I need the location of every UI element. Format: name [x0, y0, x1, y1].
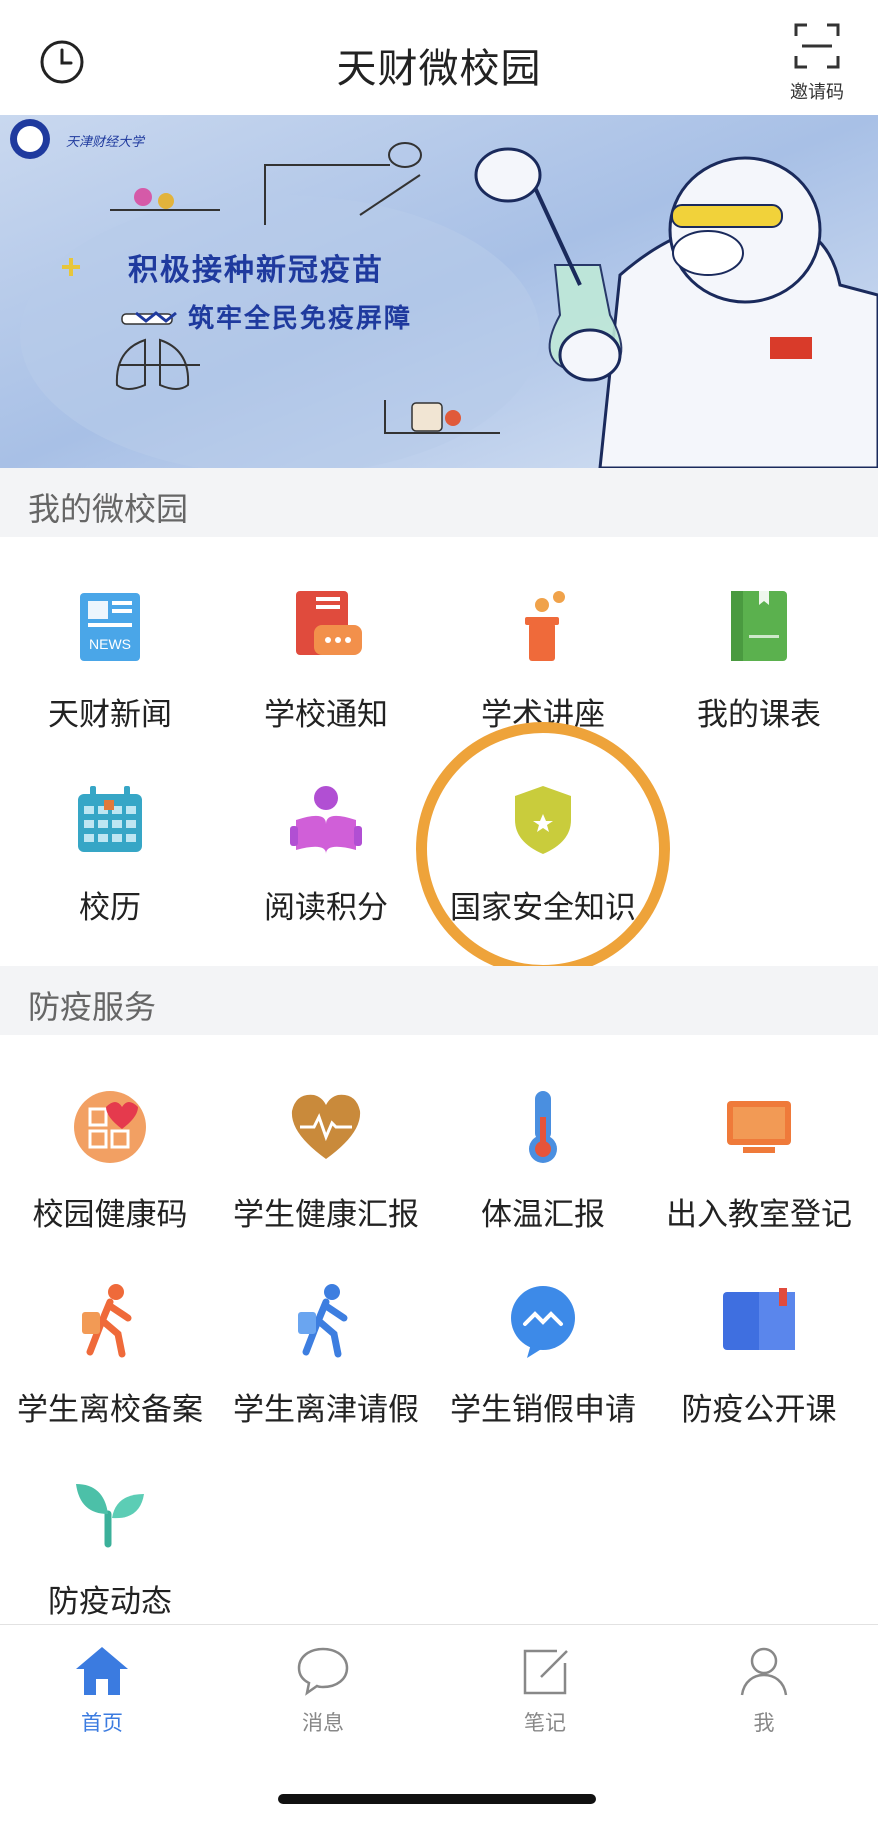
grid-item-label: 出入教室登记: [666, 1197, 852, 1233]
school-logo-text: 天津财经大学: [66, 135, 145, 150]
grid-item-label: 学校通知: [264, 697, 388, 733]
section-header-epidemic: 防疫服务: [0, 966, 878, 1035]
heart-icon: [291, 1094, 361, 1159]
grid-item-leave-school-record[interactable]: 学生离校备案: [10, 1282, 210, 1429]
invite-code-button[interactable]: 邀请码: [782, 20, 852, 103]
message-bubble-icon: [297, 1647, 349, 1696]
grid-item-epidemic-news[interactable]: 防疫动态: [10, 1474, 210, 1621]
grid-item-label: 学生销假申请: [450, 1392, 636, 1428]
tab-notes[interactable]: 笔记: [485, 1645, 605, 1737]
grid-item-label: 学生离津请假: [233, 1392, 419, 1428]
tab-messages[interactable]: 消息: [263, 1645, 383, 1737]
grid-item-label: 阅读积分: [264, 890, 388, 926]
grid-item-epidemic-open-course[interactable]: 防疫公开课: [659, 1282, 859, 1429]
grid-item-classroom-entry[interactable]: 出入教室登记: [659, 1087, 859, 1234]
grid-item-label: 防疫动态: [48, 1584, 172, 1620]
grid-item-news[interactable]: NEWS 天财新闻: [10, 587, 210, 734]
grid-item-health-code[interactable]: 校园健康码: [10, 1087, 210, 1234]
svg-text:NEWS: NEWS: [89, 636, 131, 652]
highlight-circle: [416, 722, 670, 976]
grid-item-label: 我的课表: [697, 697, 821, 733]
tab-me[interactable]: 我: [704, 1645, 824, 1737]
health-code-icon: [74, 1091, 146, 1163]
bottom-tab-bar: 首页 消息 笔记 我: [0, 1624, 878, 1821]
vaccine-banner[interactable]: 天津财经大学 积极接种新冠疫苗 筑牢全民免疫屏障: [0, 115, 878, 468]
tab-label: 消息: [302, 1711, 344, 1735]
grid-item-my-timetable[interactable]: 我的课表: [659, 587, 859, 734]
tab-label: 笔记: [524, 1711, 566, 1735]
banner-illustration: [0, 115, 878, 468]
tab-label: 我: [753, 1711, 775, 1735]
grid-item-label: 学生健康汇报: [233, 1197, 419, 1233]
tab-home[interactable]: 首页: [42, 1645, 162, 1737]
scan-icon: [794, 23, 840, 69]
blackboard-icon: [727, 1101, 791, 1153]
banner-headline: 积极接种新冠疫苗: [128, 253, 384, 288]
grid-item-leave-tianjin-request[interactable]: 学生离津请假: [226, 1282, 426, 1429]
edit-note-icon: [523, 1649, 568, 1695]
banner-subheadline: 筑牢全民免疫屏障: [188, 304, 413, 334]
top-header: 天财微校园 邀请码: [0, 0, 878, 115]
thermometer-icon: [529, 1091, 557, 1163]
chat-bubble-icon: [511, 1286, 575, 1358]
section-header-my-campus: 我的微校园: [0, 468, 878, 537]
grid-item-label: 防疫公开课: [681, 1392, 837, 1428]
grid-item-reading-points[interactable]: 阅读积分: [226, 780, 426, 927]
grid-item-label: 天财新闻: [48, 697, 172, 733]
book-icon: [723, 1288, 795, 1350]
grid-item-school-notice[interactable]: 学校通知: [226, 587, 426, 734]
section-title: 我的微校园: [28, 490, 189, 528]
news-icon: NEWS: [80, 593, 140, 661]
calendar-icon: [78, 786, 142, 852]
grid-item-label: 校园健康码: [32, 1197, 188, 1233]
user-icon: [740, 1647, 788, 1696]
lecture-icon: [525, 591, 565, 661]
walking-person-icon: [82, 1284, 132, 1358]
grid-item-return-leave-request[interactable]: 学生销假申请: [443, 1282, 643, 1429]
invite-code-label: 邀请码: [790, 82, 844, 103]
home-indicator[interactable]: [278, 1794, 596, 1804]
tab-label: 首页: [81, 1711, 123, 1735]
grid-item-school-calendar[interactable]: 校历: [10, 780, 210, 927]
grid-item-health-report[interactable]: 学生健康汇报: [226, 1087, 426, 1234]
grid-item-temperature-report[interactable]: 体温汇报: [443, 1087, 643, 1234]
sprout-icon: [76, 1484, 144, 1548]
timetable-icon: [731, 591, 787, 661]
grid-item-label: 学生离校备案: [17, 1392, 203, 1428]
walking-person-icon: [298, 1284, 348, 1358]
section-title: 防疫服务: [28, 988, 157, 1026]
home-icon: [76, 1647, 128, 1695]
grid-item-academic-lecture[interactable]: 学术讲座: [443, 587, 643, 734]
reading-icon: [290, 786, 362, 854]
grid-item-label: 校历: [79, 890, 141, 926]
page-title: 天财微校园: [336, 46, 542, 92]
grid-item-label: 体温汇报: [481, 1197, 605, 1233]
notice-icon: [296, 591, 362, 655]
